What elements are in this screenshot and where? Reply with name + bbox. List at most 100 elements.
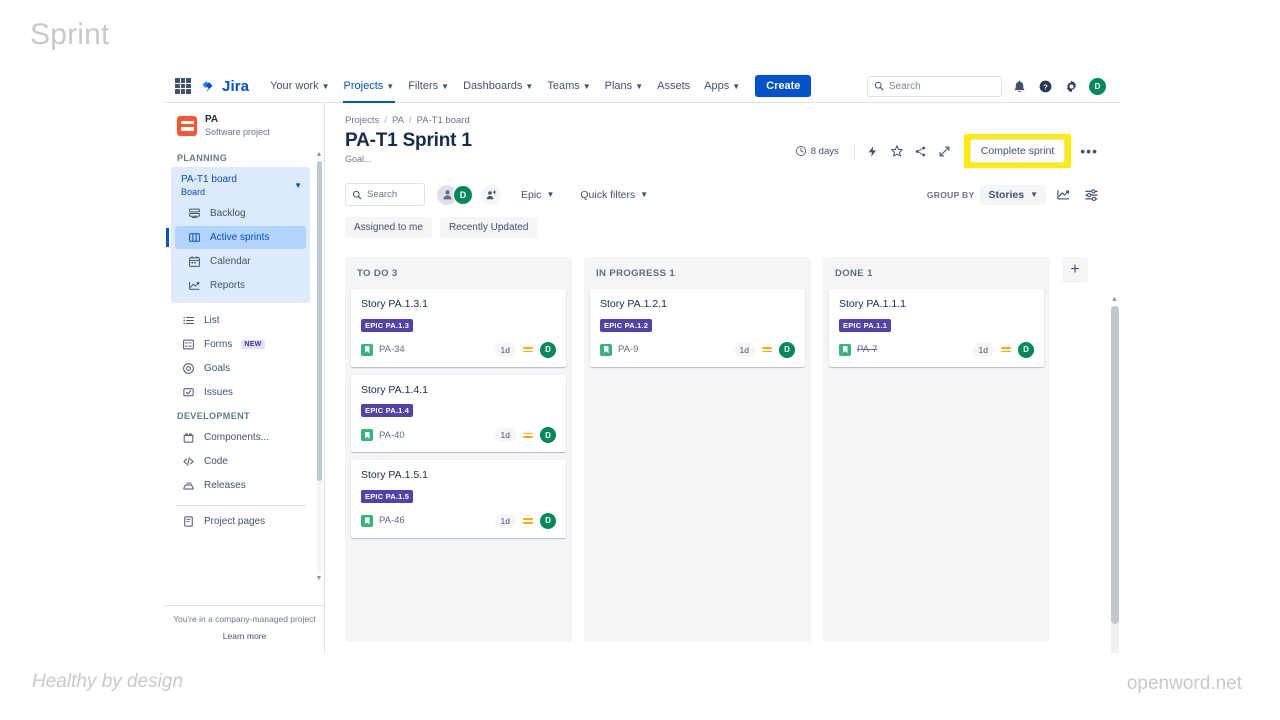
sidebar-project-header[interactable]: PA Software project (165, 103, 324, 147)
more-actions-icon[interactable]: ••• (1076, 143, 1102, 159)
epic-badge[interactable]: EPIC PA.1.5 (361, 489, 414, 503)
card-assignee-avatar[interactable]: D (540, 341, 556, 358)
add-column-button[interactable]: + (1062, 257, 1088, 283)
help-icon[interactable]: ? (1037, 78, 1054, 95)
card-key[interactable]: PA-46 (379, 515, 405, 526)
chip-recently-updated[interactable]: Recently Updated (439, 217, 538, 238)
card-estimate[interactable]: 1d (494, 513, 516, 528)
card-estimate[interactable]: 1d (494, 428, 516, 443)
nav-item-projects[interactable]: Projects ▼ (337, 70, 402, 103)
chip-assigned-to-me[interactable]: Assigned to me (345, 217, 432, 238)
sidebar-item-components[interactable]: Components... (169, 426, 312, 449)
insights-button[interactable] (1052, 184, 1074, 206)
board-scrollbar-thumb[interactable] (1110, 306, 1119, 624)
epic-filter-dropdown[interactable]: Epic ▼ (515, 185, 560, 205)
board-settings-button[interactable] (1080, 184, 1102, 206)
nav-item-apps[interactable]: Apps ▼ (697, 70, 747, 103)
global-navigation-bar: Jira Your work ▼ Projects ▼ Filters ▼ Da… (165, 70, 1120, 103)
card-key[interactable]: PA-34 (379, 344, 405, 355)
list-icon (183, 316, 194, 324)
board-card[interactable]: Story PA.1.1.1 EPIC PA.1.1 PA-7 1d D (829, 289, 1044, 367)
group-by-select[interactable]: Stories ▼ (980, 184, 1046, 205)
card-assignee-avatar[interactable]: D (540, 427, 556, 444)
card-key[interactable]: PA-7 (857, 344, 877, 355)
chevron-down-icon: ▼ (525, 81, 534, 91)
sidebar-scrollbar-track[interactable] (316, 161, 322, 573)
fullscreen-icon[interactable] (934, 140, 956, 162)
new-badge: NEW (241, 339, 265, 349)
learn-more-link[interactable]: Learn more (171, 631, 318, 641)
complete-sprint-button[interactable]: Complete sprint (969, 139, 1066, 163)
card-estimate[interactable]: 1d (972, 342, 994, 357)
epic-badge[interactable]: EPIC PA.1.1 (839, 318, 892, 332)
sidebar-item-calendar[interactable]: Calendar (175, 250, 306, 273)
sidebar-board-sub: Board (181, 186, 206, 197)
nav-item-filters[interactable]: Filters ▼ (401, 70, 456, 103)
breadcrumb-pa[interactable]: PA (392, 115, 404, 126)
nav-item-assets[interactable]: Assets (650, 70, 697, 103)
notifications-icon[interactable] (1011, 78, 1028, 95)
nav-item-your-work[interactable]: Your work ▼ (263, 70, 336, 103)
breadcrumb-board[interactable]: PA-T1 board (417, 115, 470, 126)
sidebar-scrollbar[interactable]: ▲ ▼ (315, 151, 323, 583)
board-member-avatar[interactable]: D (453, 184, 473, 205)
nav-item-plans[interactable]: Plans ▼ (598, 70, 650, 103)
card-meta-group: 1d D (972, 341, 1034, 358)
settings-icon[interactable] (1063, 78, 1080, 95)
board-card[interactable]: Story PA.1.2.1 EPIC PA.1.2 PA-9 1d D (590, 289, 805, 367)
card-estimate[interactable]: 1d (733, 342, 755, 357)
board-search-input[interactable]: Search (345, 183, 425, 206)
jira-logo-home-link[interactable]: Jira (200, 77, 249, 95)
card-key[interactable]: PA-9 (618, 344, 638, 355)
card-estimate[interactable]: 1d (494, 342, 516, 357)
card-assignee-avatar[interactable]: D (540, 512, 556, 529)
app-body: PA Software project PLANNING PA-T1 board… (165, 103, 1120, 653)
card-key[interactable]: PA-40 (379, 430, 405, 441)
epic-badge[interactable]: EPIC PA.1.3 (361, 318, 414, 332)
chevron-down-icon: ▼ (1030, 190, 1038, 199)
app-switcher-icon[interactable] (175, 78, 191, 94)
board-card[interactable]: Story PA.1.5.1 EPIC PA.1.5 PA-46 1d D (351, 460, 566, 538)
nav-item-label: Plans (604, 80, 633, 92)
star-favorite-icon[interactable] (886, 140, 908, 162)
sidebar-item-code[interactable]: Code (169, 450, 312, 473)
sidebar-scrollbar-thumb[interactable] (316, 161, 322, 481)
board-card[interactable]: Story PA.1.4.1 EPIC PA.1.4 PA-40 1d D (351, 374, 566, 453)
board-card[interactable]: Story PA.1.3.1 EPIC PA.1.3 PA-34 1d D (351, 289, 566, 367)
global-search-input[interactable]: Search (867, 75, 1002, 97)
sidebar-item-forms[interactable]: Forms NEW (169, 333, 312, 356)
card-assignee-avatar[interactable]: D (779, 341, 795, 358)
sidebar-board-selector[interactable]: PA-T1 board Board ▼ (171, 171, 310, 201)
jira-wordmark: Jira (222, 77, 250, 95)
sidebar-item-active-sprints[interactable]: Active sprints (166, 225, 306, 249)
nav-item-teams[interactable]: Teams ▼ (540, 70, 597, 103)
create-button[interactable]: Create (755, 75, 812, 97)
sidebar-item-releases[interactable]: Releases (169, 474, 312, 497)
nav-item-label: Assets (657, 80, 691, 92)
board-scrollbar[interactable]: ▲ ▼ (1109, 295, 1120, 653)
add-people-button[interactable] (481, 184, 501, 205)
sidebar-item-backlog[interactable]: Backlog (175, 202, 306, 225)
epic-filter-label: Epic (521, 188, 542, 201)
breadcrumb-projects[interactable]: Projects (345, 115, 379, 126)
card-assignee-avatar[interactable]: D (1018, 341, 1034, 358)
epic-badge[interactable]: EPIC PA.1.4 (361, 404, 414, 418)
scroll-up-arrow-icon[interactable]: ▲ (316, 151, 323, 159)
scroll-down-arrow-icon[interactable]: ▼ (316, 575, 323, 583)
scroll-up-arrow-icon[interactable]: ▲ (1111, 295, 1118, 304)
sidebar-item-project-pages[interactable]: Project pages (169, 510, 312, 533)
slide-footer-right: openword.net (1126, 673, 1242, 694)
user-avatar[interactable]: D (1089, 77, 1106, 95)
board-scrollbar-track[interactable] (1110, 306, 1119, 653)
automation-icon[interactable] (862, 140, 884, 162)
sidebar-item-goals[interactable]: Goals (169, 357, 312, 380)
epic-badge[interactable]: EPIC PA.1.2 (600, 318, 653, 332)
nav-item-dashboards[interactable]: Dashboards ▼ (456, 70, 540, 103)
sidebar-item-issues[interactable]: Issues (169, 381, 312, 404)
sidebar-item-reports[interactable]: Reports (175, 274, 306, 297)
sidebar-board-name: PA-T1 board (181, 174, 237, 186)
story-type-icon (361, 514, 373, 527)
share-icon[interactable] (910, 140, 932, 162)
sidebar-item-list[interactable]: List (169, 309, 312, 332)
quick-filters-dropdown[interactable]: Quick filters ▼ (574, 185, 654, 205)
